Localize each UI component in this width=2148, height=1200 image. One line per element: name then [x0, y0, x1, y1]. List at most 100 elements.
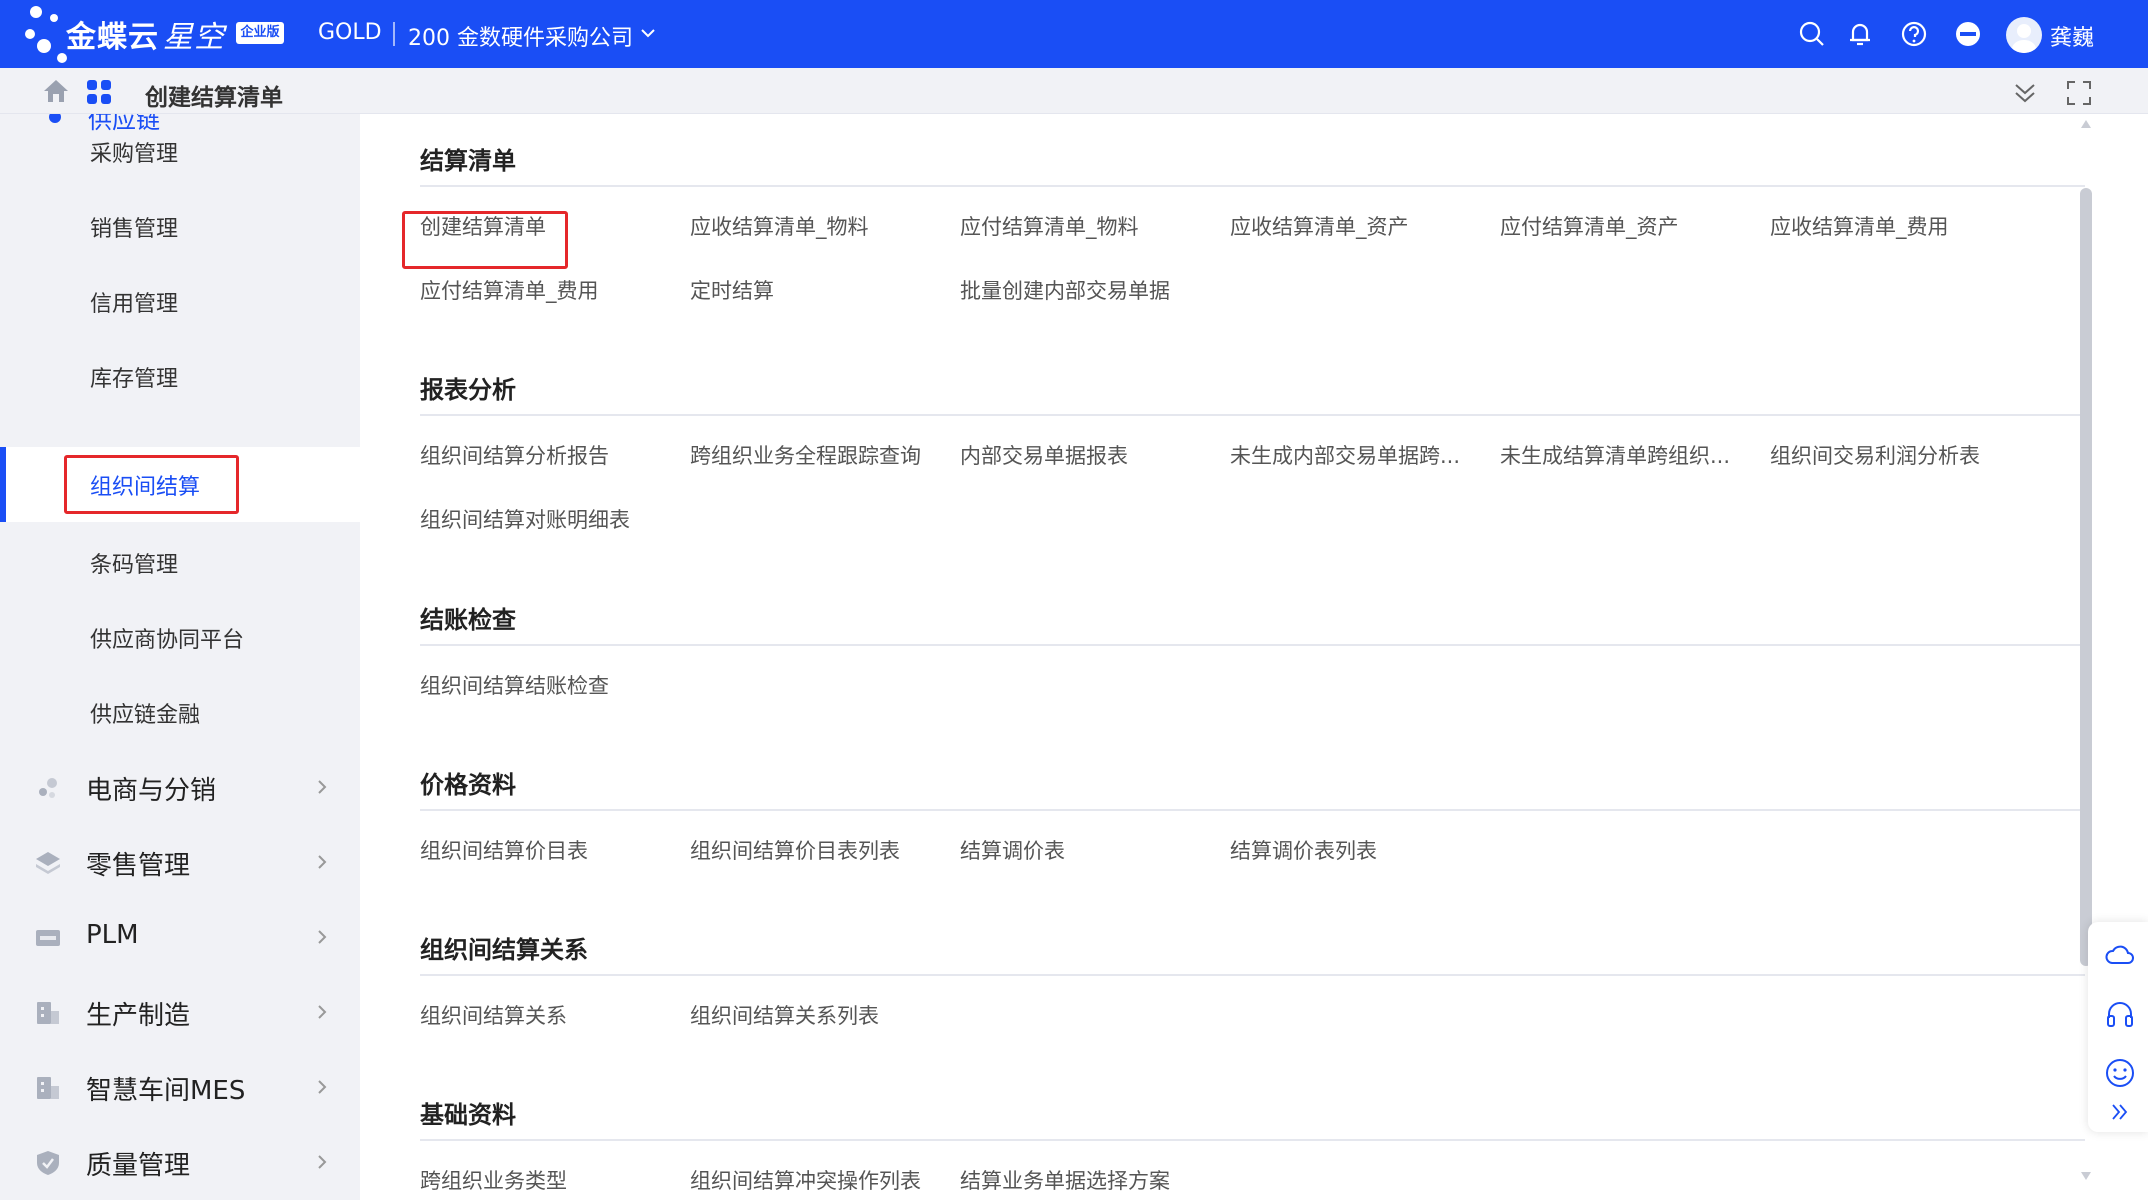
menu-link[interactable]: 应收结算清单_资产 [1230, 211, 1409, 241]
menu-link[interactable]: 批量创建内部交易单据 [960, 275, 1170, 305]
sidebar-subitem-label: 采购管理 [90, 142, 179, 167]
menu-link[interactable]: 应收结算清单_费用 [1770, 211, 1949, 241]
workshop-icon [37, 1077, 59, 1099]
bell-icon[interactable] [1846, 20, 1874, 48]
page-title: 创建结算清单 [145, 85, 283, 111]
section-title: 价格资料 [420, 771, 516, 799]
chevron-right-icon [318, 1005, 327, 1019]
section-title: 结账检查 [420, 606, 516, 634]
menu-link[interactable]: 应付结算清单_物料 [960, 211, 1139, 241]
section-title: 结算清单 [420, 147, 516, 175]
chevron-right-icon [318, 780, 327, 794]
sidebar-item-manufacturing[interactable]: 生产制造 [0, 975, 360, 1050]
menu-link[interactable]: 结算调价表列表 [1230, 835, 1377, 865]
user-icon [2012, 24, 2036, 53]
brand-suffix: 星空 [163, 20, 225, 55]
sidebar-item-quality[interactable]: 质量管理 [0, 1125, 360, 1200]
cloud-icon[interactable] [2103, 938, 2137, 972]
menu-link[interactable]: 组织间结算价目表 [420, 835, 588, 865]
brand-name: 金蝶云 星空 [66, 12, 225, 56]
sidebar-subitem-label: 供应商协同平台 [90, 628, 245, 653]
scroll-up-icon[interactable] [2080, 118, 2092, 130]
sidebar-subitem[interactable]: 供应商协同平台 [0, 600, 360, 675]
main-content: 结算清单 创建结算清单 应收结算清单_物料 应付结算清单_物料 应收结算清单_资… [360, 114, 2085, 1200]
sidebar-subitem-label: 条码管理 [90, 553, 179, 578]
sidebar-item-label: PLM [86, 920, 139, 950]
section-divider [420, 809, 2085, 811]
menu-link[interactable]: 组织间结算冲突操作列表 [690, 1165, 921, 1195]
menu-link[interactable]: 应收结算清单_物料 [690, 211, 869, 241]
menu-link[interactable]: 组织间交易利润分析表 [1770, 440, 1980, 470]
menu-link[interactable]: 组织间结算结账检查 [420, 670, 609, 700]
sidebar-subitem[interactable]: 供应链金融 [0, 675, 360, 750]
sidebar-item-label: 零售管理 [86, 851, 191, 881]
menu-link[interactable]: 组织间结算关系 [420, 1000, 567, 1030]
menu-link[interactable]: 定时结算 [690, 275, 774, 305]
sidebar-subitem[interactable]: 销售管理 [0, 189, 360, 264]
section-title: 报表分析 [420, 376, 516, 404]
sidebar-item-label: 生产制造 [86, 1001, 191, 1031]
sidebar: 供应链 采购管理 销售管理 信用管理 库存管理 组织间结算 条码管理 供应商协同… [0, 114, 360, 1200]
headset-icon[interactable] [2103, 998, 2137, 1032]
menu-link[interactable]: 内部交易单据报表 [960, 440, 1128, 470]
search-icon[interactable] [1798, 20, 1826, 48]
active-indicator [0, 447, 6, 522]
section-title: 基础资料 [420, 1101, 516, 1129]
top-bar: 金蝶云 星空 企业版 GOLD 200 金数硬件采购公司 龚巍 [0, 0, 2148, 68]
menu-link[interactable]: 结算调价表 [960, 835, 1065, 865]
double-chevron-right-icon[interactable] [2103, 1095, 2137, 1129]
sidebar-item-plm[interactable]: PLM [0, 900, 360, 975]
menu-link[interactable]: 组织间结算价目表列表 [690, 835, 900, 865]
menu-link[interactable]: 组织间结算关系列表 [690, 1000, 879, 1030]
sidebar-subitem-label: 销售管理 [90, 217, 179, 242]
sidebar-item-mes[interactable]: 智慧车间MES [0, 1050, 360, 1125]
sidebar-subitem-label: 库存管理 [90, 367, 179, 392]
section-divider [420, 974, 2085, 976]
chevron-right-icon [318, 855, 327, 869]
smiley-icon[interactable] [2103, 1056, 2137, 1090]
section-divider [420, 644, 2085, 646]
sidebar-subitem[interactable]: 条码管理 [0, 525, 360, 600]
scroll-down-icon[interactable] [2080, 1170, 2092, 1182]
fullscreen-icon[interactable] [2066, 80, 2092, 106]
double-chevron-down-icon[interactable] [2012, 80, 2038, 106]
menu-link[interactable]: 跨组织业务类型 [420, 1165, 567, 1195]
menu-link[interactable]: 未生成结算清单跨组织... [1500, 440, 1730, 470]
sidebar-subitem[interactable]: 采购管理 [0, 114, 360, 189]
chevron-right-icon [318, 1080, 327, 1094]
highlight-box [402, 211, 568, 269]
home-icon[interactable] [42, 78, 70, 104]
menu-link[interactable]: 组织间结算分析报告 [420, 440, 609, 470]
plm-icon [36, 930, 60, 946]
menu-link[interactable]: 结算业务单据选择方案 [960, 1165, 1170, 1195]
scrollbar-thumb[interactable] [2080, 188, 2092, 966]
help-icon[interactable] [1900, 20, 1928, 48]
menu-link[interactable]: 应付结算清单_费用 [420, 275, 599, 305]
sidebar-item-label: 智慧车间MES [86, 1076, 246, 1106]
section-divider [420, 414, 2085, 416]
avatar[interactable] [2006, 17, 2042, 53]
menu-link[interactable]: 应付结算清单_资产 [1500, 211, 1679, 241]
minus-circle-icon[interactable] [1954, 20, 1982, 48]
apps-grid-icon[interactable] [86, 79, 112, 105]
menu-link[interactable]: 跨组织业务全程跟踪查询 [690, 440, 921, 470]
factory-icon [37, 1002, 59, 1024]
chevron-down-icon[interactable] [637, 22, 659, 44]
menu-link[interactable]: 未生成内部交易单据跨... [1230, 440, 1460, 470]
username[interactable]: 龚巍 [2050, 20, 2094, 52]
company-selector[interactable]: 200 金数硬件采购公司 [408, 20, 633, 52]
edition-badge: 企业版 [236, 22, 284, 44]
sidebar-subitem[interactable]: 信用管理 [0, 264, 360, 339]
sidebar-subitem-active[interactable]: 组织间结算 [0, 447, 360, 522]
ecommerce-icon [39, 778, 57, 798]
shield-icon [37, 1151, 59, 1175]
sidebar-item-ecommerce[interactable]: 电商与分销 [0, 750, 360, 825]
tenant-name[interactable]: GOLD [318, 20, 382, 45]
section-divider [420, 185, 2085, 187]
sidebar-item-retail[interactable]: 零售管理 [0, 825, 360, 900]
section-title: 组织间结算关系 [420, 936, 588, 964]
header-divider [393, 22, 395, 46]
sidebar-subitem[interactable]: 库存管理 [0, 339, 360, 414]
highlight-box [64, 455, 239, 514]
menu-link[interactable]: 组织间结算对账明细表 [420, 504, 630, 534]
